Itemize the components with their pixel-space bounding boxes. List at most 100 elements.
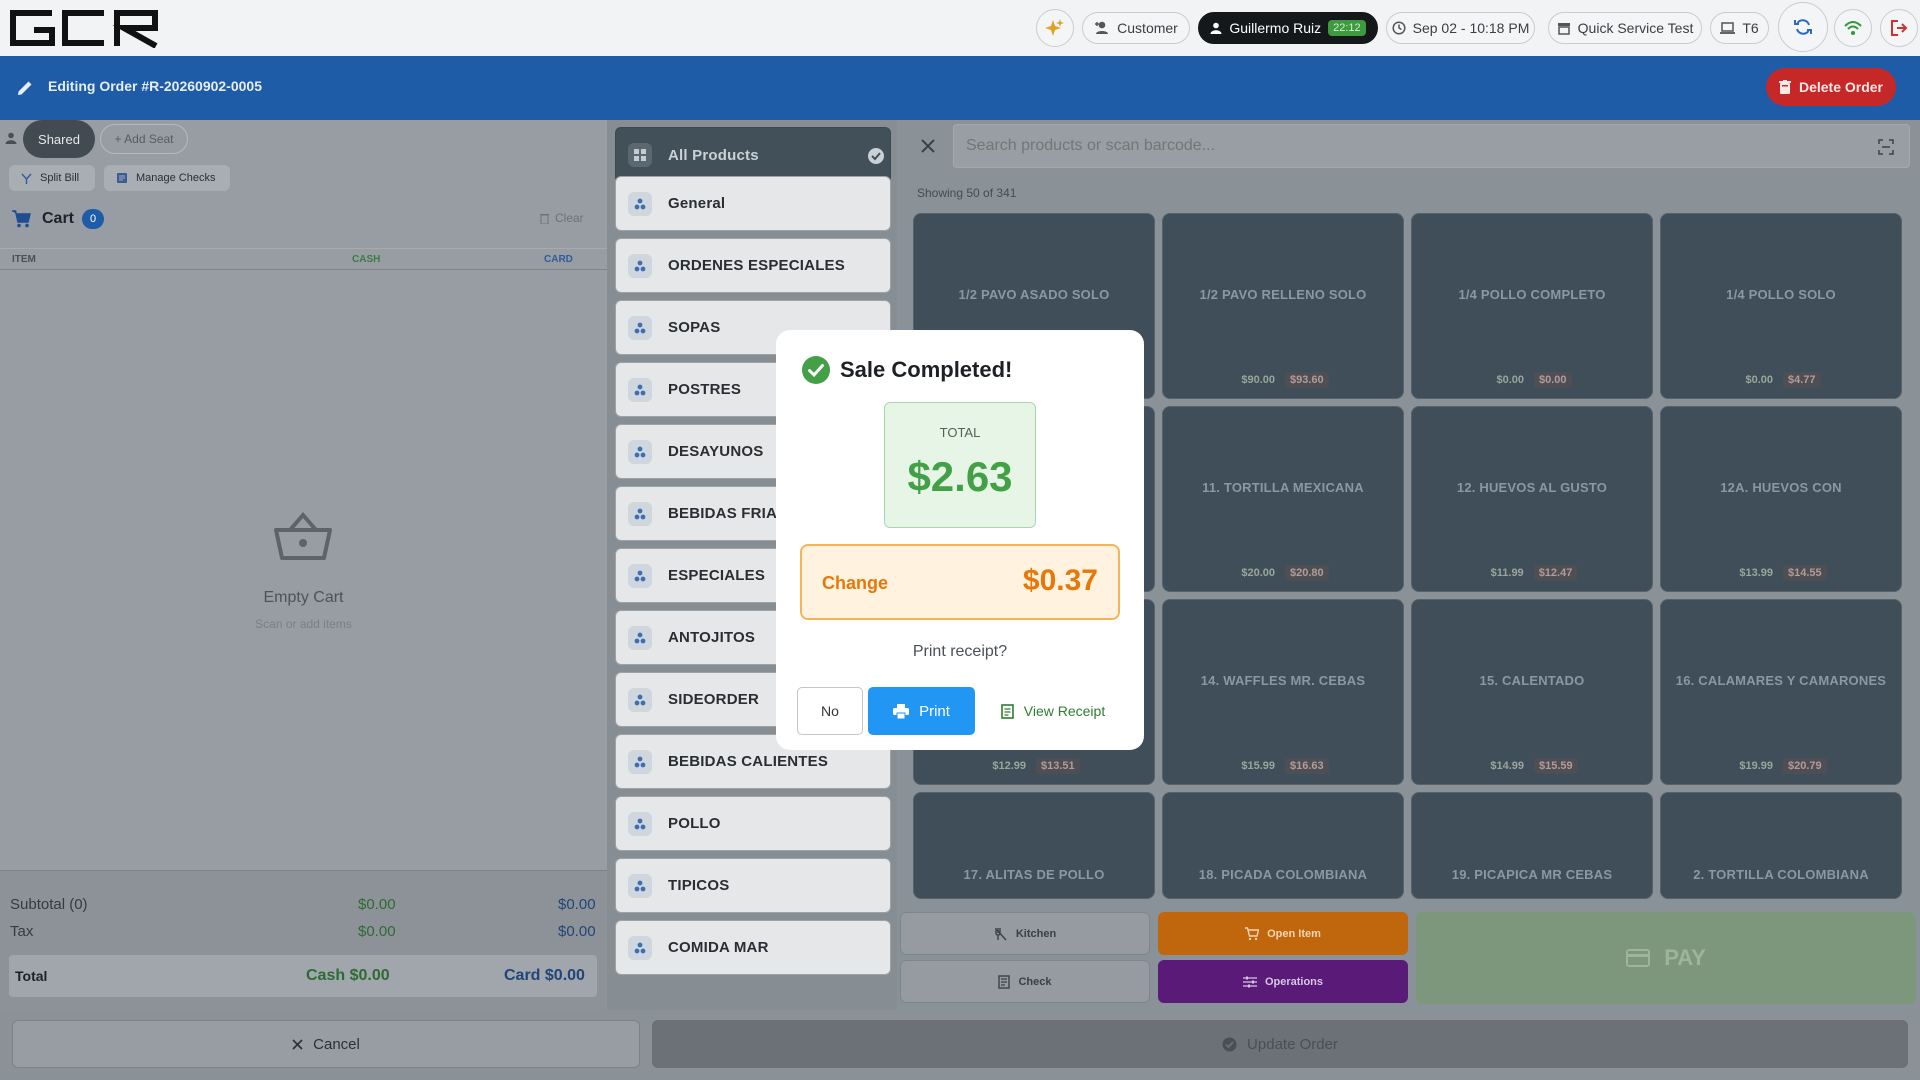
open-item-button[interactable]: Open Item bbox=[1158, 912, 1408, 955]
category-icon bbox=[628, 501, 652, 526]
view-receipt-button[interactable]: View Receipt bbox=[984, 687, 1122, 735]
product-cash-price: $15.99 bbox=[1241, 760, 1275, 772]
category-icon bbox=[628, 563, 652, 588]
category-label: ORDENES ESPECIALES bbox=[668, 257, 845, 274]
product-name: 12A. HUEVOS CON bbox=[1720, 480, 1842, 495]
tax-label: Tax bbox=[10, 923, 34, 940]
customer-button[interactable]: Customer bbox=[1082, 12, 1190, 44]
check-receipt-icon bbox=[998, 974, 1011, 989]
print-button[interactable]: Print bbox=[868, 687, 975, 735]
product-card[interactable]: 19. PICAPICA MR CEBAS bbox=[1411, 792, 1653, 899]
ai-assistant-button[interactable] bbox=[1036, 9, 1074, 47]
product-card-price: $93.60 bbox=[1285, 372, 1329, 388]
category-icon bbox=[628, 191, 652, 216]
product-card[interactable]: 16. CALAMARES Y CAMARONES $19.99 $20.79 bbox=[1660, 599, 1902, 785]
check-button[interactable]: Check bbox=[900, 960, 1150, 1003]
kitchen-button[interactable]: Kitchen bbox=[900, 912, 1150, 955]
tax-card: $0.00 bbox=[558, 923, 596, 940]
product-cash-price: $12.99 bbox=[992, 760, 1026, 772]
product-card[interactable]: 18. PICADA COLOMBIANA bbox=[1162, 792, 1404, 899]
search-input[interactable] bbox=[966, 133, 1846, 159]
showing-count: Showing 50 of 341 bbox=[917, 186, 1017, 200]
laptop-icon bbox=[1720, 21, 1736, 34]
product-prices: $90.00 $93.60 bbox=[1163, 372, 1403, 388]
top-bar: Customer Guillermo Ruiz 22:12 Sep 02 - 1… bbox=[0, 0, 1920, 56]
product-card[interactable]: 17. ALITAS DE POLLO bbox=[913, 792, 1155, 899]
sync-button[interactable] bbox=[1778, 2, 1828, 52]
search-bar[interactable] bbox=[953, 124, 1910, 168]
product-card[interactable]: 14. WAFFLES MR. CEBAS $15.99 $16.63 bbox=[1162, 599, 1404, 785]
credit-card-icon bbox=[1626, 949, 1651, 967]
category-item[interactable]: TIPICOS bbox=[615, 858, 891, 913]
cancel-button[interactable]: Cancel bbox=[12, 1020, 640, 1068]
pay-label: PAY bbox=[1664, 945, 1706, 970]
change-card: Change $0.37 bbox=[800, 544, 1120, 620]
cancel-label: Cancel bbox=[313, 1035, 360, 1053]
check-circle-icon bbox=[868, 148, 884, 164]
category-item[interactable]: POLLO bbox=[615, 796, 891, 851]
logout-icon bbox=[1891, 20, 1908, 36]
category-label: ESPECIALES bbox=[668, 567, 766, 584]
store-selector[interactable]: Quick Service Test bbox=[1548, 12, 1702, 44]
category-item[interactable]: General bbox=[615, 176, 891, 231]
close-icon[interactable] bbox=[920, 138, 936, 154]
product-card[interactable]: 2. TORTILLA COLOMBIANA bbox=[1660, 792, 1902, 899]
update-order-button[interactable]: Update Order bbox=[652, 1020, 1908, 1068]
cart-add-icon bbox=[1245, 926, 1260, 940]
pencil-icon bbox=[18, 81, 32, 95]
seat-shared-chip[interactable]: Shared bbox=[23, 120, 95, 158]
category-label: POLLO bbox=[668, 815, 721, 832]
close-icon bbox=[292, 1038, 303, 1050]
pay-button[interactable]: PAY bbox=[1416, 912, 1916, 1004]
split-bill-button[interactable]: Split Bill bbox=[9, 165, 95, 191]
product-card[interactable]: 1/2 PAVO RELLENO SOLO $90.00 $93.60 bbox=[1162, 213, 1404, 399]
manage-checks-label: Manage Checks bbox=[136, 172, 216, 184]
product-name: 14. WAFFLES MR. CEBAS bbox=[1200, 673, 1366, 688]
editing-order-title: Editing Order #R-20260902-0005 bbox=[48, 78, 262, 94]
product-name: 2. TORTILLA COLOMBIANA bbox=[1693, 867, 1869, 882]
category-item[interactable]: COMIDA MAR bbox=[615, 920, 891, 975]
datetime-display: Sep 02 - 10:18 PM bbox=[1386, 12, 1535, 44]
sparkle-icon bbox=[1045, 19, 1064, 36]
product-card[interactable]: 1/4 POLLO COMPLETO $0.00 $0.00 bbox=[1411, 213, 1653, 399]
product-cash-price: $11.99 bbox=[1490, 567, 1524, 579]
clear-cart-button[interactable]: Clear bbox=[540, 211, 584, 225]
delete-order-button[interactable]: Delete Order bbox=[1766, 68, 1896, 106]
barcode-scan-icon[interactable] bbox=[1878, 139, 1894, 155]
shift-timer-badge: 22:12 bbox=[1328, 20, 1366, 36]
terminal-name: T6 bbox=[1742, 20, 1759, 36]
product-name: 15. CALENTADO bbox=[1479, 673, 1585, 688]
network-status-button[interactable] bbox=[1834, 9, 1872, 47]
product-card[interactable]: 12. HUEVOS AL GUSTO $11.99 $12.47 bbox=[1411, 406, 1653, 592]
category-all-products[interactable]: All Products bbox=[615, 127, 891, 183]
category-icon bbox=[628, 439, 652, 464]
operations-button[interactable]: Operations bbox=[1158, 960, 1408, 1003]
product-prices: $20.00 $20.80 bbox=[1163, 565, 1403, 581]
delete-order-label: Delete Order bbox=[1798, 79, 1884, 95]
user-button[interactable]: Guillermo Ruiz 22:12 bbox=[1198, 12, 1378, 44]
product-card[interactable]: 12A. HUEVOS CON $13.99 $14.55 bbox=[1660, 406, 1902, 592]
category-icon bbox=[628, 749, 652, 774]
category-icon bbox=[628, 687, 652, 712]
clock-icon bbox=[1392, 21, 1406, 35]
user-name: Guillermo Ruiz bbox=[1229, 20, 1322, 36]
add-seat-button[interactable]: + Add Seat bbox=[100, 124, 188, 154]
product-card-price: $13.51 bbox=[1036, 758, 1080, 774]
product-card[interactable]: 11. TORTILLA MEXICANA $20.00 $20.80 bbox=[1162, 406, 1404, 592]
no-button[interactable]: No bbox=[797, 687, 863, 735]
logout-button[interactable] bbox=[1880, 9, 1918, 47]
product-card[interactable]: 1/4 POLLO SOLO $0.00 $4.77 bbox=[1660, 213, 1902, 399]
change-label: Change bbox=[822, 573, 889, 593]
terminal-selector[interactable]: T6 bbox=[1710, 12, 1769, 44]
editing-order-bar: Editing Order #R-20260902-0005 Delete Or… bbox=[0, 56, 1920, 120]
manage-checks-button[interactable]: Manage Checks bbox=[104, 165, 230, 191]
product-card[interactable]: 15. CALENTADO $14.99 $15.59 bbox=[1411, 599, 1653, 785]
product-prices: $0.00 $0.00 bbox=[1412, 372, 1652, 388]
category-item[interactable]: ORDENES ESPECIALES bbox=[615, 238, 891, 293]
product-cash-price: $19.99 bbox=[1739, 760, 1773, 772]
product-name: 17. ALITAS DE POLLO bbox=[963, 867, 1105, 882]
seat-person-icon bbox=[5, 132, 17, 144]
tax-cash: $0.00 bbox=[358, 923, 396, 940]
check-circle-icon bbox=[1222, 1037, 1237, 1051]
update-order-label: Update Order bbox=[1247, 1035, 1338, 1053]
